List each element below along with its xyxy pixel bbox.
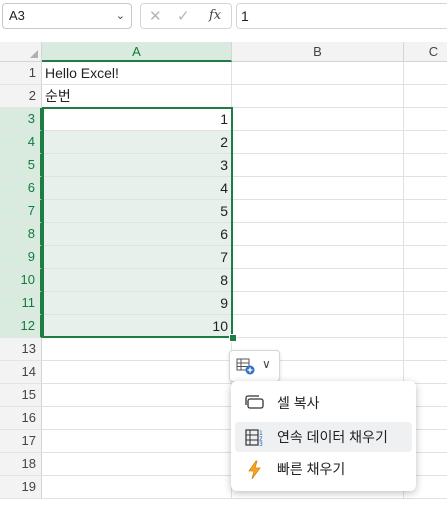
flash-fill-icon: [248, 460, 261, 480]
name-box[interactable]: A3 ⌄: [2, 3, 132, 29]
cell-a[interactable]: 5: [42, 200, 232, 223]
row-header[interactable]: 7: [0, 200, 42, 223]
chevron-down-icon[interactable]: ⌄: [116, 4, 125, 28]
cell-b[interactable]: [232, 154, 404, 177]
formula-input[interactable]: 1: [236, 3, 447, 29]
row-header[interactable]: 16: [0, 407, 42, 430]
cell-a[interactable]: [42, 407, 232, 430]
formula-bar: A3 ⌄ ✕ ✓ fx 1: [0, 0, 447, 36]
column-header-c[interactable]: C: [404, 42, 447, 62]
fill-handle[interactable]: [229, 334, 237, 342]
insert-function-icon[interactable]: fx: [209, 8, 221, 23]
menu-item-label: 연속 데이터 채우기: [277, 429, 388, 445]
cell-a[interactable]: Hello Excel!: [42, 62, 232, 85]
cell-c[interactable]: [404, 108, 447, 131]
cell-b[interactable]: [232, 108, 404, 131]
cell-c[interactable]: [404, 315, 447, 338]
row-header[interactable]: 12: [0, 315, 42, 338]
select-all-corner[interactable]: [0, 42, 42, 62]
row-header[interactable]: 11: [0, 292, 42, 315]
cell-a[interactable]: 4: [42, 177, 232, 200]
cell-c[interactable]: [404, 223, 447, 246]
cell-b[interactable]: [232, 292, 404, 315]
copy-cells-icon: [245, 395, 264, 409]
confirm-icon[interactable]: ✓: [177, 7, 190, 25]
cell-b[interactable]: [232, 269, 404, 292]
cell-c[interactable]: [404, 85, 447, 108]
row-header[interactable]: 5: [0, 154, 42, 177]
autofill-menu: 셀 복사 1 2 3 연속 데이터 채우기 빠른 채우기: [231, 381, 416, 491]
cell-a[interactable]: [42, 453, 232, 476]
autofill-options-button[interactable]: ∨: [229, 350, 280, 382]
cell-a[interactable]: [42, 384, 232, 407]
cell-a[interactable]: 9: [42, 292, 232, 315]
cell-a[interactable]: 10: [42, 315, 232, 338]
formula-buttons: ✕ ✓ fx: [140, 3, 232, 29]
row-header[interactable]: 3: [0, 108, 42, 131]
cell-b[interactable]: [232, 85, 404, 108]
menu-item-fill-series[interactable]: 1 2 3 연속 데이터 채우기: [235, 422, 412, 452]
cell-a[interactable]: 6: [42, 223, 232, 246]
cell-a[interactable]: [42, 338, 232, 361]
row-header[interactable]: 13: [0, 338, 42, 361]
cell-a[interactable]: 8: [42, 269, 232, 292]
cell-b[interactable]: [232, 62, 404, 85]
cell-a[interactable]: 2: [42, 131, 232, 154]
menu-item-flash-fill[interactable]: 빠른 채우기: [235, 454, 412, 484]
cell-c[interactable]: [404, 154, 447, 177]
cell-a[interactable]: 순번: [42, 85, 232, 108]
row-header[interactable]: 19: [0, 476, 42, 499]
cell-a[interactable]: [42, 476, 232, 499]
column-header-b[interactable]: B: [232, 42, 404, 62]
cell-c[interactable]: [404, 62, 447, 85]
cell-b[interactable]: [232, 315, 404, 338]
row-header[interactable]: 4: [0, 131, 42, 154]
chevron-down-icon: ∨: [262, 357, 271, 371]
cancel-icon[interactable]: ✕: [149, 7, 162, 25]
row-header[interactable]: 15: [0, 384, 42, 407]
menu-item-copy-cells[interactable]: 셀 복사: [235, 388, 412, 418]
row-header[interactable]: 6: [0, 177, 42, 200]
cell-c[interactable]: [404, 200, 447, 223]
row-header[interactable]: 8: [0, 223, 42, 246]
cell-b[interactable]: [232, 177, 404, 200]
cell-b[interactable]: [232, 223, 404, 246]
row-header[interactable]: 9: [0, 246, 42, 269]
cell-b[interactable]: [232, 200, 404, 223]
menu-item-label: 빠른 채우기: [277, 461, 346, 477]
row-header[interactable]: 1: [0, 62, 42, 85]
fill-series-icon: 1 2 3: [245, 429, 263, 448]
cell-a[interactable]: 1: [42, 108, 232, 131]
svg-text:3: 3: [259, 441, 263, 448]
cell-a[interactable]: 3: [42, 154, 232, 177]
cell-b[interactable]: [232, 131, 404, 154]
menu-item-label: 셀 복사: [277, 395, 320, 411]
cell-c[interactable]: [404, 338, 447, 361]
name-box-value: A3: [9, 8, 25, 23]
row-header[interactable]: 18: [0, 453, 42, 476]
column-header-a[interactable]: A: [42, 42, 232, 62]
row-header[interactable]: 2: [0, 85, 42, 108]
cell-c[interactable]: [404, 246, 447, 269]
row-header[interactable]: 14: [0, 361, 42, 384]
row-header[interactable]: 17: [0, 430, 42, 453]
cell-b[interactable]: [232, 246, 404, 269]
row-header[interactable]: 10: [0, 269, 42, 292]
cell-a[interactable]: [42, 430, 232, 453]
cell-c[interactable]: [404, 131, 447, 154]
cell-c[interactable]: [404, 177, 447, 200]
cell-a[interactable]: 7: [42, 246, 232, 269]
cell-a[interactable]: [42, 361, 232, 384]
autofill-icon: [236, 358, 255, 375]
cell-c[interactable]: [404, 269, 447, 292]
cell-c[interactable]: [404, 292, 447, 315]
